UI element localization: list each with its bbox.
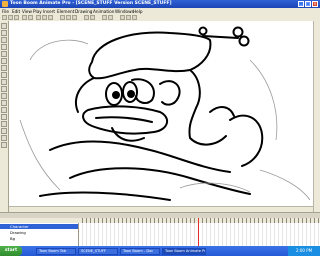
- new-icon[interactable]: [2, 15, 7, 20]
- pencil-tool-icon[interactable]: [1, 44, 7, 50]
- save-icon[interactable]: [14, 15, 19, 20]
- taskbar-item[interactable]: SCENE_STUFF: [78, 247, 118, 255]
- menu-help[interactable]: Help: [133, 9, 143, 14]
- title-bar: Toon Boom Animate Pro - [SCENE_STUFF Ver…: [0, 0, 320, 8]
- camera-tool-icon[interactable]: [1, 142, 7, 148]
- onion-skin-icon[interactable]: [126, 15, 131, 20]
- window-title: Toon Boom Animate Pro - [SCENE_STUFF Ver…: [10, 1, 172, 6]
- paste-icon[interactable]: [48, 15, 53, 20]
- vertical-scrollbar[interactable]: [313, 21, 320, 212]
- zoom-tool-icon[interactable]: [1, 107, 7, 113]
- layer-row[interactable]: Character: [0, 224, 78, 229]
- zoom-in-icon[interactable]: [84, 15, 89, 20]
- layer-row[interactable]: Drawing: [0, 230, 78, 235]
- light-table-icon[interactable]: [120, 15, 125, 20]
- dropper-tool-icon[interactable]: [1, 72, 7, 78]
- paint-tool-icon[interactable]: [1, 65, 7, 71]
- hand-tool-icon[interactable]: [1, 100, 7, 106]
- taskbar-item[interactable]: Toon Boom - Doc: [120, 247, 160, 255]
- transform-tool-icon[interactable]: [1, 114, 7, 120]
- maximize-button[interactable]: □: [305, 1, 311, 7]
- frame-grid[interactable]: [79, 223, 320, 247]
- menu-windows[interactable]: Windows: [115, 9, 134, 14]
- pencil-icon[interactable]: [66, 15, 71, 20]
- taskbar: start Toon Boom Tab SCENE_STUFF Toon Boo…: [0, 246, 320, 256]
- select-tool-icon[interactable]: [1, 23, 7, 29]
- layer-list: Character Drawing Bg: [0, 223, 79, 247]
- pivot-tool-icon[interactable]: [1, 135, 7, 141]
- morph-tool-icon[interactable]: [1, 128, 7, 134]
- layer-row[interactable]: Bg: [0, 236, 78, 241]
- redo-icon[interactable]: [28, 15, 33, 20]
- taskbar-item[interactable]: Toon Boom Tab: [36, 247, 76, 255]
- close-button[interactable]: ×: [312, 1, 318, 7]
- eraser-icon[interactable]: [72, 15, 77, 20]
- rotate-icon[interactable]: [102, 15, 107, 20]
- system-tray-clock: 2:00 PM: [288, 246, 320, 256]
- copy-icon[interactable]: [42, 15, 47, 20]
- menu-element[interactable]: Element: [57, 9, 74, 14]
- menu-drawing[interactable]: Drawing: [75, 9, 92, 14]
- menu-animation[interactable]: Animation: [93, 9, 114, 14]
- rectangle-tool-icon[interactable]: [1, 86, 7, 92]
- start-button[interactable]: start: [0, 246, 22, 256]
- timeline-panel: Character Drawing Bg: [0, 212, 320, 247]
- minimize-button[interactable]: _: [298, 1, 304, 7]
- drawing-canvas[interactable]: [9, 21, 320, 212]
- grid-icon[interactable]: [132, 15, 137, 20]
- text-tool-icon[interactable]: [1, 51, 7, 57]
- line-tool-icon[interactable]: [1, 79, 7, 85]
- ellipse-tool-icon[interactable]: [1, 93, 7, 99]
- menu-insert[interactable]: Insert: [43, 9, 55, 14]
- tools-panel: [0, 21, 9, 212]
- menu-play[interactable]: Play: [33, 9, 42, 14]
- brush-icon[interactable]: [60, 15, 65, 20]
- contour-editor-icon[interactable]: [1, 30, 7, 36]
- eraser-tool-icon[interactable]: [1, 58, 7, 64]
- open-icon[interactable]: [8, 15, 13, 20]
- playhead[interactable]: [198, 218, 199, 247]
- menu-view[interactable]: View: [22, 9, 32, 14]
- menu-edit[interactable]: Edit: [12, 9, 20, 14]
- menu-file[interactable]: File: [2, 9, 9, 14]
- taskbar-item[interactable]: Toon Boom Animate Pro: [162, 247, 206, 255]
- brush-tool-icon[interactable]: [1, 37, 7, 43]
- cut-icon[interactable]: [36, 15, 41, 20]
- undo-icon[interactable]: [22, 15, 27, 20]
- cutter-tool-icon[interactable]: [1, 121, 7, 127]
- app-icon: [2, 1, 8, 7]
- character-drawing: [19, 26, 311, 201]
- flip-icon[interactable]: [108, 15, 113, 20]
- zoom-out-icon[interactable]: [90, 15, 95, 20]
